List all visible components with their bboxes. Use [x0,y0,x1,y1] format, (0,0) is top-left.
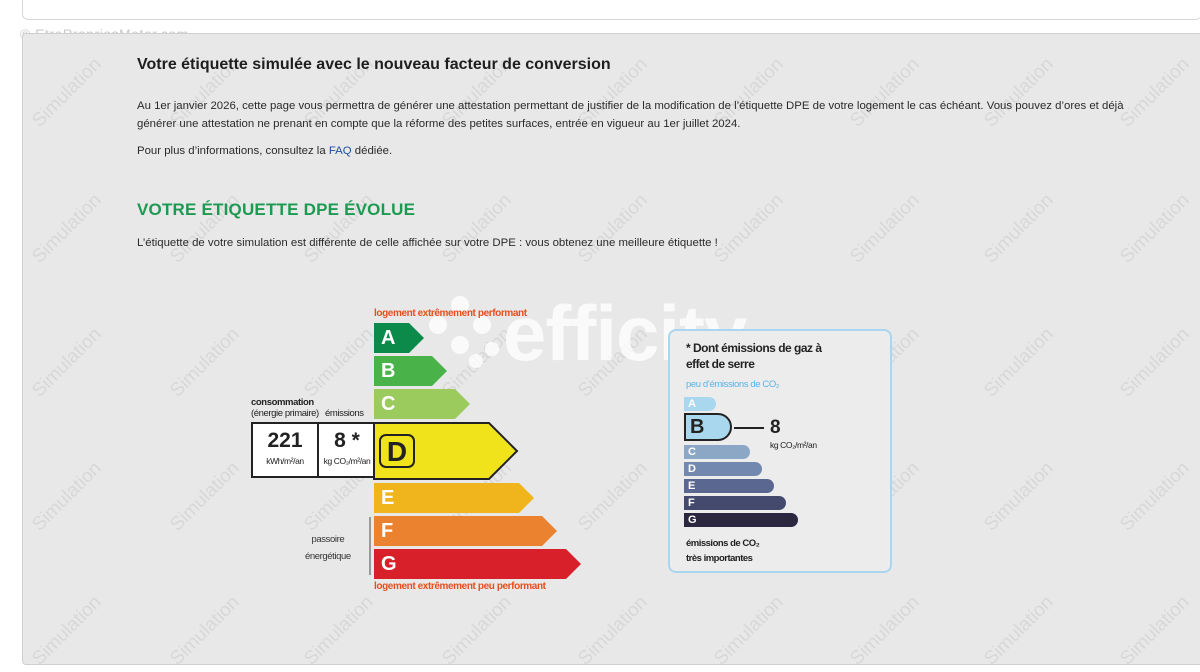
simulation-watermark: Simulation [710,189,788,268]
simulation-watermark: Simulation [846,189,924,268]
ges-connector [734,427,764,429]
simulation-watermark: Simulation [28,53,106,132]
info-text-after: dédiée. [351,145,393,157]
dpe-class-e: E [374,483,534,513]
simulation-watermark: Simulation [1116,591,1194,665]
ges-class-e: E [684,479,774,493]
ges-unit: kg CO₂/m²/an [770,440,817,450]
simulation-watermark: Simulation [28,457,106,536]
info-paragraph: Pour plus d’informations, consultez la F… [137,145,392,157]
simulation-watermark: Simulation [1116,189,1194,268]
ges-class-f: F [684,496,786,510]
simulation-watermark: Simulation [574,189,652,268]
simulation-watermark: Simulation [574,591,652,665]
consumption-sublabel: (énergie primaire) [251,408,319,419]
simulation-watermark: Simulation [300,323,378,402]
emissions-value: 8 * [334,429,360,452]
simulation-watermark: Simulation [980,323,1058,402]
svg-text:D: D [387,436,407,467]
dpe-current-class: D [373,422,519,480]
passoire-bracket [369,517,375,575]
intro-paragraph: Au 1er janvier 2026, cette page vous per… [137,100,1124,130]
simulation-watermark: Simulation [28,591,106,665]
simulation-watermark: Simulation [438,591,516,665]
dpe-class-c: C [374,389,470,419]
consumption-unit: kWh/m²/an [266,456,304,466]
dpe-evolution-heading: VOTRE ÉTIQUETTE DPE ÉVOLUE [137,200,416,219]
ges-class-d: D [684,462,762,476]
faq-link[interactable]: FAQ [329,145,352,157]
ges-class-g: G [684,513,798,527]
page-title: Votre étiquette simulée avec le nouveau … [137,56,611,73]
top-bar [22,0,1200,20]
consumption-label: consommation [251,397,314,408]
emissions-cell: 8 * kg CO₂/m²/an [319,424,375,476]
dpe-class-b: B [374,356,447,386]
simulation-watermark: Simulation [28,189,106,268]
simulation-watermark: Simulation [1116,53,1194,132]
consumption-value: 221 [267,429,303,452]
simulation-watermark: Simulation [166,323,244,402]
simulation-watermark: Simulation [980,457,1058,536]
dpe-class-a: A [374,323,424,353]
passoire-label: passoire énergétique [305,534,351,562]
consumption-cell: 221 kWh/m²/an [253,424,319,476]
simulation-watermark: Simulation [574,457,652,536]
emissions-unit: kg CO₂/m²/an [323,456,371,466]
simulation-panel: Simulation Simulation Simulation Simulation… [22,33,1200,665]
dpe-top-caption: logement extrêmement performant [374,308,527,319]
ges-class-a: A [684,397,716,411]
energy-values-box: 221 kWh/m²/an 8 * kg CO₂/m²/an [251,422,373,478]
simulation-watermark: Simulation [300,591,378,665]
dpe-class-g: G [374,549,581,579]
dpe-bottom-caption: logement extrêmement peu performant [374,581,546,592]
simulation-watermark: Simulation [980,189,1058,268]
simulation-watermark: Simulation [166,457,244,536]
simulation-watermark: Simulation [1116,323,1194,402]
ges-panel: * Dont émissions de gaz à effet de serre… [668,329,892,573]
ges-top-label: peu d’émissions de CO₂ [686,379,780,390]
info-text-before: Pour plus d’informations, consultez la [137,145,329,157]
simulation-watermark: Simulation [1116,457,1194,536]
ges-current-class: B [684,413,732,441]
simulation-watermark: Simulation [846,591,924,665]
emissions-label: émissions [325,408,364,419]
simulation-watermark: Simulation [166,591,244,665]
result-paragraph: L’étiquette de votre simulation est diff… [137,237,718,249]
simulation-watermark: Simulation [574,323,652,402]
ges-bottom-label: émissions de CO₂ très importantes [686,538,760,564]
simulation-watermark: Simulation [980,591,1058,665]
dpe-class-f: F [374,516,557,546]
ges-class-c: C [684,445,750,459]
simulation-watermark: Simulation [710,591,788,665]
ges-title: * Dont émissions de gaz à effet de serre [686,341,822,371]
ges-value: 8 [770,417,781,438]
simulation-watermark: Simulation [438,189,516,268]
simulation-watermark: Simulation [28,323,106,402]
